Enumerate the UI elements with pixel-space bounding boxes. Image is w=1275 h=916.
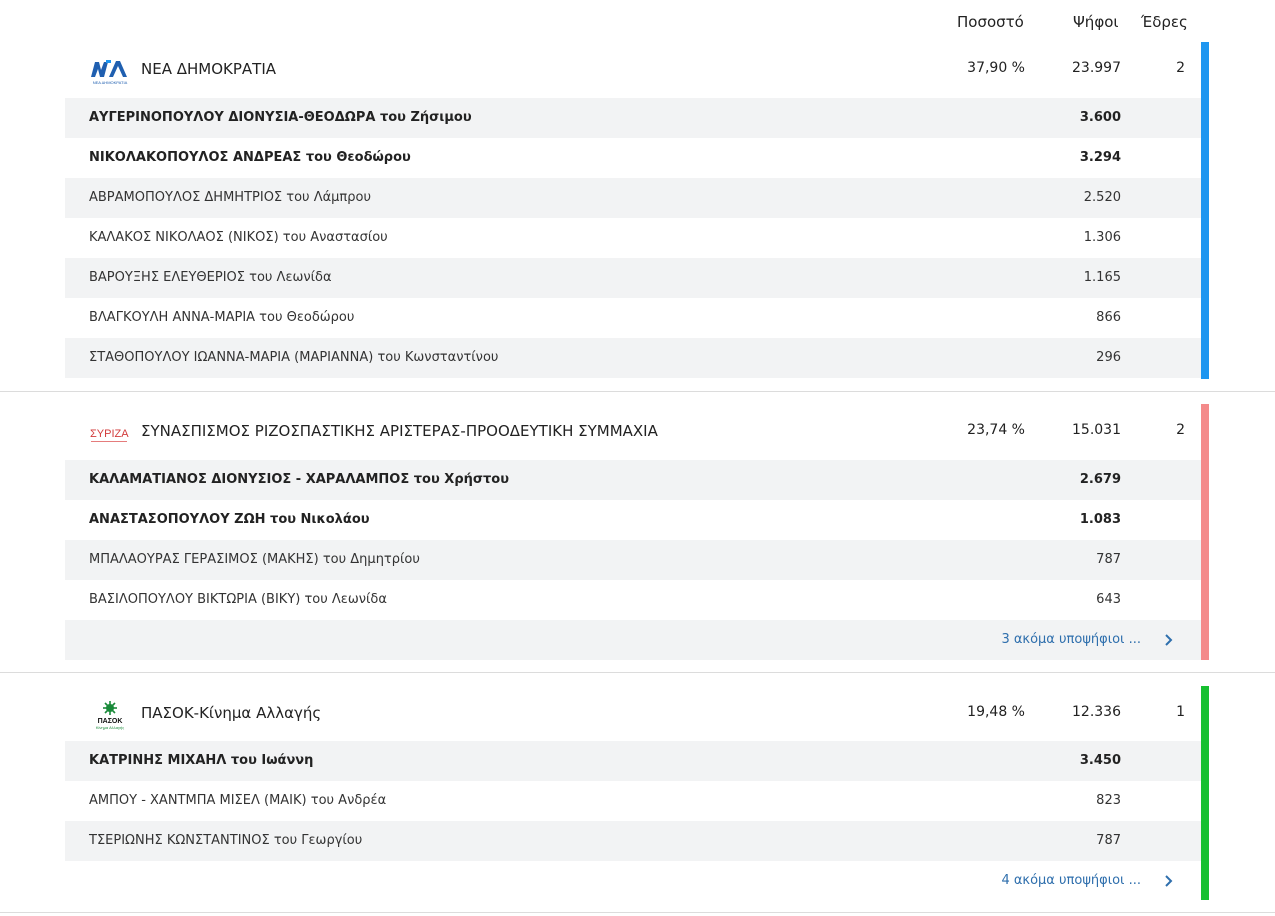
candidate-row[interactable]: ΑΒΡΑΜΟΠΟΥΛΟΣ ΔΗΜΗΤΡΙΟΣ του Λάμπρου 2.520 — [65, 178, 1201, 218]
candidate-row[interactable]: ΒΑΣΙΛΟΠΟΥΛΟΥ ΒΙΚΤΩΡΙΑ (ΒΙΚΥ) του Λεωνίδα… — [65, 580, 1201, 620]
party-color-bar — [1201, 404, 1209, 660]
party-divider — [0, 672, 1275, 673]
candidate-name: ΚΑΤΡΙΝΗΣ ΜΙΧΑΗΛ του Ιωάννη — [89, 753, 314, 768]
party-votes: 15.031 — [1072, 422, 1121, 438]
more-candidates-link[interactable]: 3 ακόμα υποψήφιοι ... — [1001, 632, 1141, 647]
party-header[interactable]: ΣΥΡΙΖΑ ΣΥΝΑΣΠΙΣΜΟΣ ΡΙΖΟΣΠΑΣΤΙΚΗΣ ΑΡΙΣΤΕΡ… — [65, 404, 1201, 460]
candidate-row[interactable]: ΣΤΑΘΟΠΟΥΛΟΥ ΙΩΑΝΝΑ-ΜΑΡΙΑ (ΜΑΡΙΑΝΝΑ) του … — [65, 338, 1201, 378]
party-seats: 2 — [1176, 60, 1185, 76]
candidate-votes: 823 — [1096, 793, 1121, 808]
candidate-name: ΑΜΠΟΥ - ΧΑΝΤΜΠΑ ΜΙΣΕΛ (ΜΑΙΚ) του Ανδρέα — [89, 793, 387, 808]
party-divider — [0, 391, 1275, 392]
candidate-name: ΑΥΓΕΡΙΝΟΠΟΥΛΟΥ ΔΙΟΝΥΣΙΑ-ΘΕΟΔΩΡΑ του Ζήσι… — [89, 110, 472, 125]
candidate-name: ΑΝΑΣΤΑΣΟΠΟΥΛΟΥ ΖΩΗ του Νικολάου — [89, 512, 370, 527]
candidate-name: ΚΑΛΑΜΑΤΙΑΝΟΣ ΔΙΟΝΥΣΙΟΣ - ΧΑΡΑΛΑΜΠΟΣ του … — [89, 472, 510, 487]
party-percent: 23,74 % — [967, 422, 1025, 438]
candidate-row[interactable]: ΑΥΓΕΡΙΝΟΠΟΥΛΟΥ ΔΙΟΝΥΣΙΑ-ΘΕΟΔΩΡΑ του Ζήσι… — [65, 98, 1201, 138]
candidate-name: ΑΒΡΑΜΟΠΟΥΛΟΣ ΔΗΜΗΤΡΙΟΣ του Λάμπρου — [89, 190, 371, 205]
candidate-votes: 2.520 — [1083, 190, 1121, 205]
svg-text:ΠΑΣΟΚ: ΠΑΣΟΚ — [98, 718, 123, 725]
pasok-logo-icon: ΠΑΣΟΚ Κίνημα Αλλαγής — [96, 701, 124, 730]
candidate-votes: 2.679 — [1079, 472, 1121, 487]
candidate-votes: 296 — [1096, 350, 1121, 365]
candidate-row[interactable]: ΤΣΕΡΙΩΝΗΣ ΚΩΝΣΤΑΝΤΙΝΟΣ του Γεωργίου 787 — [65, 821, 1201, 861]
candidate-name: ΣΤΑΘΟΠΟΥΛΟΥ ΙΩΑΝΝΑ-ΜΑΡΙΑ (ΜΑΡΙΑΝΝΑ) του … — [89, 350, 499, 365]
party-header[interactable]: ΠΑΣΟΚ Κίνημα Αλλαγής ΠΑΣΟΚ-Κίνημα Αλλαγή… — [65, 686, 1201, 742]
candidate-name: ΒΛΑΓΚΟΥΛΗ ΑΝΝΑ-ΜΑΡΙΑ του Θεοδώρου — [89, 310, 355, 325]
candidate-row[interactable]: ΚΑΛΑΚΟΣ ΝΙΚΟΛΑΟΣ (ΝΙΚΟΣ) του Αναστασίου … — [65, 218, 1201, 258]
party-seats: 2 — [1176, 422, 1185, 438]
candidate-row[interactable]: ΒΛΑΓΚΟΥΛΗ ΑΝΝΑ-ΜΑΡΙΑ του Θεοδώρου 866 — [65, 298, 1201, 338]
candidate-name: ΝΙΚΟΛΑΚΟΠΟΥΛΟΣ ΑΝΔΡΕΑΣ του Θεοδώρου — [89, 150, 411, 165]
party-color-bar — [1201, 686, 1209, 900]
svg-text:ΣΥΡΙΖΑ: ΣΥΡΙΖΑ — [90, 428, 129, 440]
candidate-votes: 787 — [1096, 552, 1121, 567]
party-header[interactable]: ΝΕΑ ΔΗΜΟΚΡΑΤΙΑ ΝΕΑ ΔΗΜΟΚΡΑΤΙΑ 37,90 % 23… — [65, 42, 1201, 98]
party-name: ΝΕΑ ΔΗΜΟΚΡΑΤΙΑ — [141, 60, 277, 78]
candidate-row[interactable]: ΝΙΚΟΛΑΚΟΠΟΥΛΟΣ ΑΝΔΡΕΑΣ του Θεοδώρου 3.29… — [65, 138, 1201, 178]
candidate-votes: 1.165 — [1083, 270, 1121, 285]
candidate-votes: 3.600 — [1079, 110, 1121, 125]
party-block-nd: ΝΕΑ ΔΗΜΟΚΡΑΤΙΑ ΝΕΑ ΔΗΜΟΚΡΑΤΙΑ 37,90 % 23… — [0, 42, 1275, 379]
party-votes: 12.336 — [1072, 704, 1121, 720]
candidate-name: ΜΠΑΛΑΟΥΡΑΣ ΓΕΡΑΣΙΜΟΣ (ΜΑΚΗΣ) του Δημητρί… — [89, 552, 420, 567]
party-percent: 19,48 % — [967, 704, 1025, 720]
candidate-name: ΒΑΡΟΥΞΗΣ ΕΛΕΥΘΕΡΙΟΣ του Λεωνίδα — [89, 270, 332, 285]
party-name: ΣΥΝΑΣΠΙΣΜΟΣ ΡΙΖΟΣΠΑΣΤΙΚΗΣ ΑΡΙΣΤΕΡΑΣ-ΠΡΟΟ… — [141, 422, 658, 440]
chevron-right-icon[interactable] — [1161, 872, 1177, 890]
syriza-logo-icon: ΣΥΡΙΖΑ — [90, 428, 129, 442]
candidate-votes: 643 — [1096, 592, 1121, 607]
party-percent: 37,90 % — [967, 60, 1025, 76]
candidate-votes: 866 — [1096, 310, 1121, 325]
party-block-pasok: ΠΑΣΟΚ Κίνημα Αλλαγής ΠΑΣΟΚ-Κίνημα Αλλαγή… — [0, 686, 1275, 900]
more-candidates-row: 3 ακόμα υποψήφιοι ... — [65, 620, 1201, 660]
svg-text:Κίνημα Αλλαγής: Κίνημα Αλλαγής — [96, 725, 124, 730]
column-header-votes: Ψήφοι — [1073, 13, 1119, 31]
candidate-votes: 3.450 — [1079, 753, 1121, 768]
party-block-syriza: ΣΥΡΙΖΑ ΣΥΝΑΣΠΙΣΜΟΣ ΡΙΖΟΣΠΑΣΤΙΚΗΣ ΑΡΙΣΤΕΡ… — [0, 404, 1275, 660]
candidate-votes: 1.306 — [1083, 230, 1121, 245]
candidate-row[interactable]: ΑΝΑΣΤΑΣΟΠΟΥΛΟΥ ΖΩΗ του Νικολάου 1.083 — [65, 500, 1201, 540]
chevron-right-icon[interactable] — [1161, 631, 1177, 649]
candidate-name: ΚΑΛΑΚΟΣ ΝΙΚΟΛΑΟΣ (ΝΙΚΟΣ) του Αναστασίου — [89, 230, 388, 245]
candidate-row[interactable]: ΚΑΛΑΜΑΤΙΑΝΟΣ ΔΙΟΝΥΣΙΟΣ - ΧΑΡΑΛΑΜΠΟΣ του … — [65, 460, 1201, 500]
candidate-votes: 1.083 — [1079, 512, 1121, 527]
party-votes: 23.997 — [1072, 60, 1121, 76]
candidate-name: ΒΑΣΙΛΟΠΟΥΛΟΥ ΒΙΚΤΩΡΙΑ (ΒΙΚΥ) του Λεωνίδα — [89, 592, 387, 607]
party-seats: 1 — [1176, 704, 1185, 720]
more-candidates-link[interactable]: 4 ακόμα υποψήφιοι ... — [1001, 873, 1141, 888]
candidate-votes: 787 — [1096, 833, 1121, 848]
column-header-seats: Έδρες — [1141, 13, 1188, 31]
candidate-row[interactable]: ΑΜΠΟΥ - ΧΑΝΤΜΠΑ ΜΙΣΕΛ (ΜΑΙΚ) του Ανδρέα … — [65, 781, 1201, 821]
svg-text:ΝΕΑ ΔΗΜΟΚΡΑΤΙΑ: ΝΕΑ ΔΗΜΟΚΡΑΤΙΑ — [93, 80, 128, 85]
candidate-row[interactable]: ΒΑΡΟΥΞΗΣ ΕΛΕΥΘΕΡΙΟΣ του Λεωνίδα 1.165 — [65, 258, 1201, 298]
party-name: ΠΑΣΟΚ-Κίνημα Αλλαγής — [141, 704, 322, 722]
more-candidates-row: 4 ακόμα υποψήφιοι ... — [65, 861, 1201, 901]
party-color-bar — [1201, 42, 1209, 379]
nd-logo-icon: ΝΕΑ ΔΗΜΟΚΡΑΤΙΑ — [91, 60, 128, 85]
column-header-percent: Ποσοστό — [957, 13, 1024, 31]
candidate-votes: 3.294 — [1079, 150, 1121, 165]
candidate-name: ΤΣΕΡΙΩΝΗΣ ΚΩΝΣΤΑΝΤΙΝΟΣ του Γεωργίου — [89, 833, 363, 848]
candidate-row[interactable]: ΜΠΑΛΑΟΥΡΑΣ ΓΕΡΑΣΙΜΟΣ (ΜΑΚΗΣ) του Δημητρί… — [65, 540, 1201, 580]
party-divider — [0, 912, 1275, 913]
candidate-row[interactable]: ΚΑΤΡΙΝΗΣ ΜΙΧΑΗΛ του Ιωάννη 3.450 — [65, 741, 1201, 781]
